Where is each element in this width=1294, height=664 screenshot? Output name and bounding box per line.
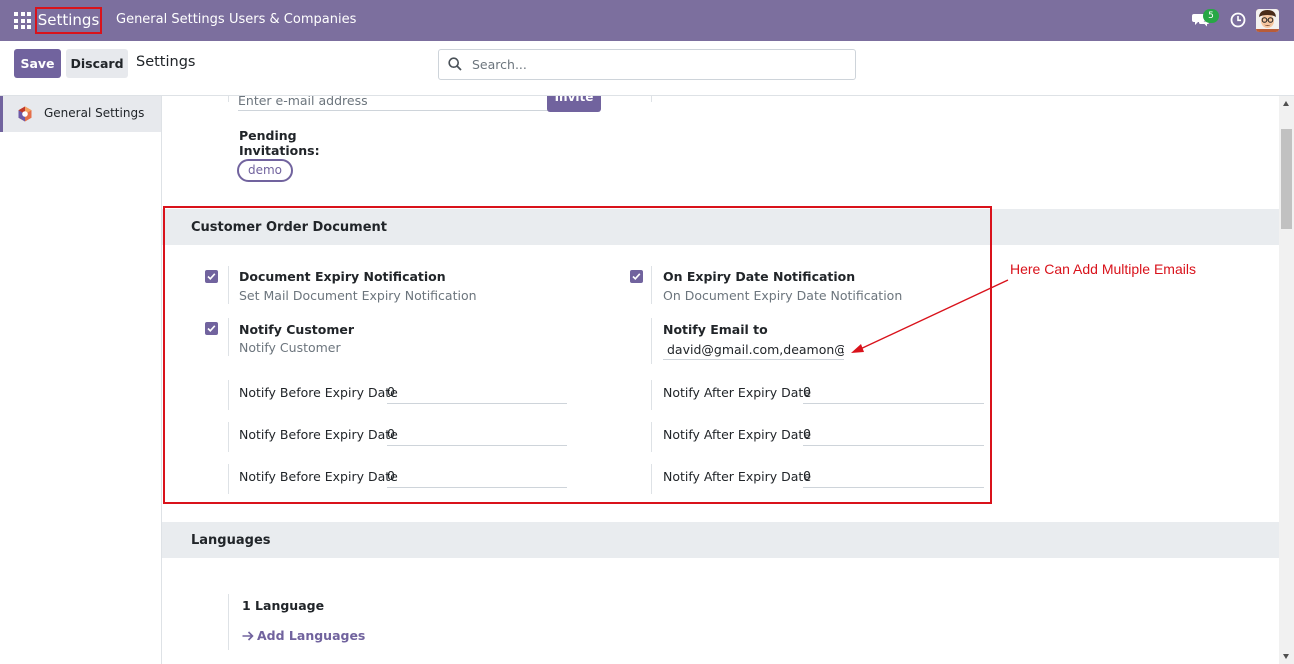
highlight-box <box>163 206 992 504</box>
scroll-down-arrow-icon[interactable] <box>1283 654 1289 659</box>
check-icon <box>207 273 216 280</box>
section-title: Customer Order Document <box>191 220 388 235</box>
notify-after-input[interactable]: 0 <box>803 384 984 404</box>
notify-before-input[interactable]: 0 <box>387 384 567 404</box>
doc-expiry-desc: Set Mail Document Expiry Notification <box>239 288 477 303</box>
settings-sidebar: General Settings <box>0 96 162 664</box>
setting-divider <box>228 594 229 650</box>
top-navbar: Settings General Settings Users & Compan… <box>0 0 1294 41</box>
section-header-languages: Languages <box>162 522 1279 558</box>
setting-divider <box>651 266 652 304</box>
scroll-thumb[interactable] <box>1281 129 1292 229</box>
sidebar-item-label: General Settings <box>44 106 145 120</box>
apps-menu-icon[interactable] <box>14 12 31 29</box>
on-expiry-checkbox[interactable] <box>630 270 643 283</box>
section-title: Languages <box>191 533 271 548</box>
notify-after-label: Notify After Expiry Date <box>663 469 812 484</box>
arrow-right-icon <box>242 631 254 641</box>
on-expiry-desc: On Document Expiry Date Notification <box>663 288 903 303</box>
notify-customer-checkbox[interactable] <box>205 322 218 335</box>
setting-divider <box>228 96 229 102</box>
setting-divider <box>651 464 652 494</box>
menu-users-companies[interactable]: Users & Companies <box>229 12 356 27</box>
setting-divider <box>651 96 652 102</box>
notify-before-input[interactable]: 0 <box>387 426 567 446</box>
menu-general-settings[interactable]: General Settings <box>116 12 225 27</box>
setting-divider <box>228 464 229 494</box>
check-icon <box>207 325 216 332</box>
search-input[interactable]: Search... <box>438 49 856 80</box>
pending-invitations-label: Pending Invitations: <box>239 128 320 158</box>
notify-email-input[interactable]: david@gmail.com,deamon@gr <box>663 340 844 360</box>
general-settings-logo-icon <box>18 106 32 122</box>
save-button[interactable]: Save <box>14 49 61 78</box>
setting-divider <box>228 380 229 410</box>
scroll-up-arrow-icon[interactable] <box>1283 101 1289 106</box>
app-title[interactable]: Settings <box>35 7 102 34</box>
invite-button[interactable]: Invite <box>547 96 601 112</box>
notify-after-input[interactable]: 0 <box>803 468 984 488</box>
doc-expiry-title: Document Expiry Notification <box>239 269 446 284</box>
annotation-text: Here Can Add Multiple Emails <box>1010 261 1196 277</box>
notify-after-input[interactable]: 0 <box>803 426 984 446</box>
notify-before-label: Notify Before Expiry Date <box>239 469 398 484</box>
notify-before-label: Notify Before Expiry Date <box>239 427 398 442</box>
setting-divider <box>651 318 652 364</box>
pending-user-tag[interactable]: demo <box>237 159 293 182</box>
search-icon <box>448 57 462 71</box>
check-icon <box>632 273 641 280</box>
notify-before-input[interactable]: 0 <box>387 468 567 488</box>
main-scrollbar[interactable] <box>1279 96 1294 664</box>
annotation-arrow-icon <box>851 279 1009 353</box>
control-panel: Save Discard Settings Search... <box>0 41 1294 96</box>
settings-main: Enter e-mail address Invite Pending Invi… <box>162 96 1279 664</box>
section-header-customer-order: Customer Order Document <box>162 209 1279 245</box>
doc-expiry-checkbox[interactable] <box>205 270 218 283</box>
user-avatar[interactable] <box>1256 9 1279 32</box>
setting-divider <box>228 318 229 356</box>
breadcrumb-title: Settings <box>136 54 196 70</box>
language-count: 1 Language <box>242 598 325 613</box>
notify-after-label: Notify After Expiry Date <box>663 385 812 400</box>
setting-divider <box>651 380 652 410</box>
discard-button[interactable]: Discard <box>66 49 128 78</box>
invite-email-field[interactable]: Enter e-mail address <box>238 96 548 111</box>
search-placeholder: Search... <box>472 57 527 72</box>
add-languages-link[interactable]: Add Languages <box>242 628 365 643</box>
on-expiry-title: On Expiry Date Notification <box>663 269 856 284</box>
notify-email-title: Notify Email to <box>663 322 768 337</box>
notify-before-label: Notify Before Expiry Date <box>239 385 398 400</box>
notify-after-label: Notify After Expiry Date <box>663 427 812 442</box>
setting-divider <box>228 422 229 452</box>
setting-divider <box>228 266 229 304</box>
chat-count-badge: 5 <box>1203 9 1219 23</box>
notify-customer-desc: Notify Customer <box>239 340 341 355</box>
setting-divider <box>651 422 652 452</box>
activity-clock-icon[interactable] <box>1230 12 1246 28</box>
notify-customer-title: Notify Customer <box>239 322 354 337</box>
add-languages-label: Add Languages <box>257 628 366 643</box>
sidebar-item-general-settings[interactable]: General Settings <box>0 96 161 132</box>
